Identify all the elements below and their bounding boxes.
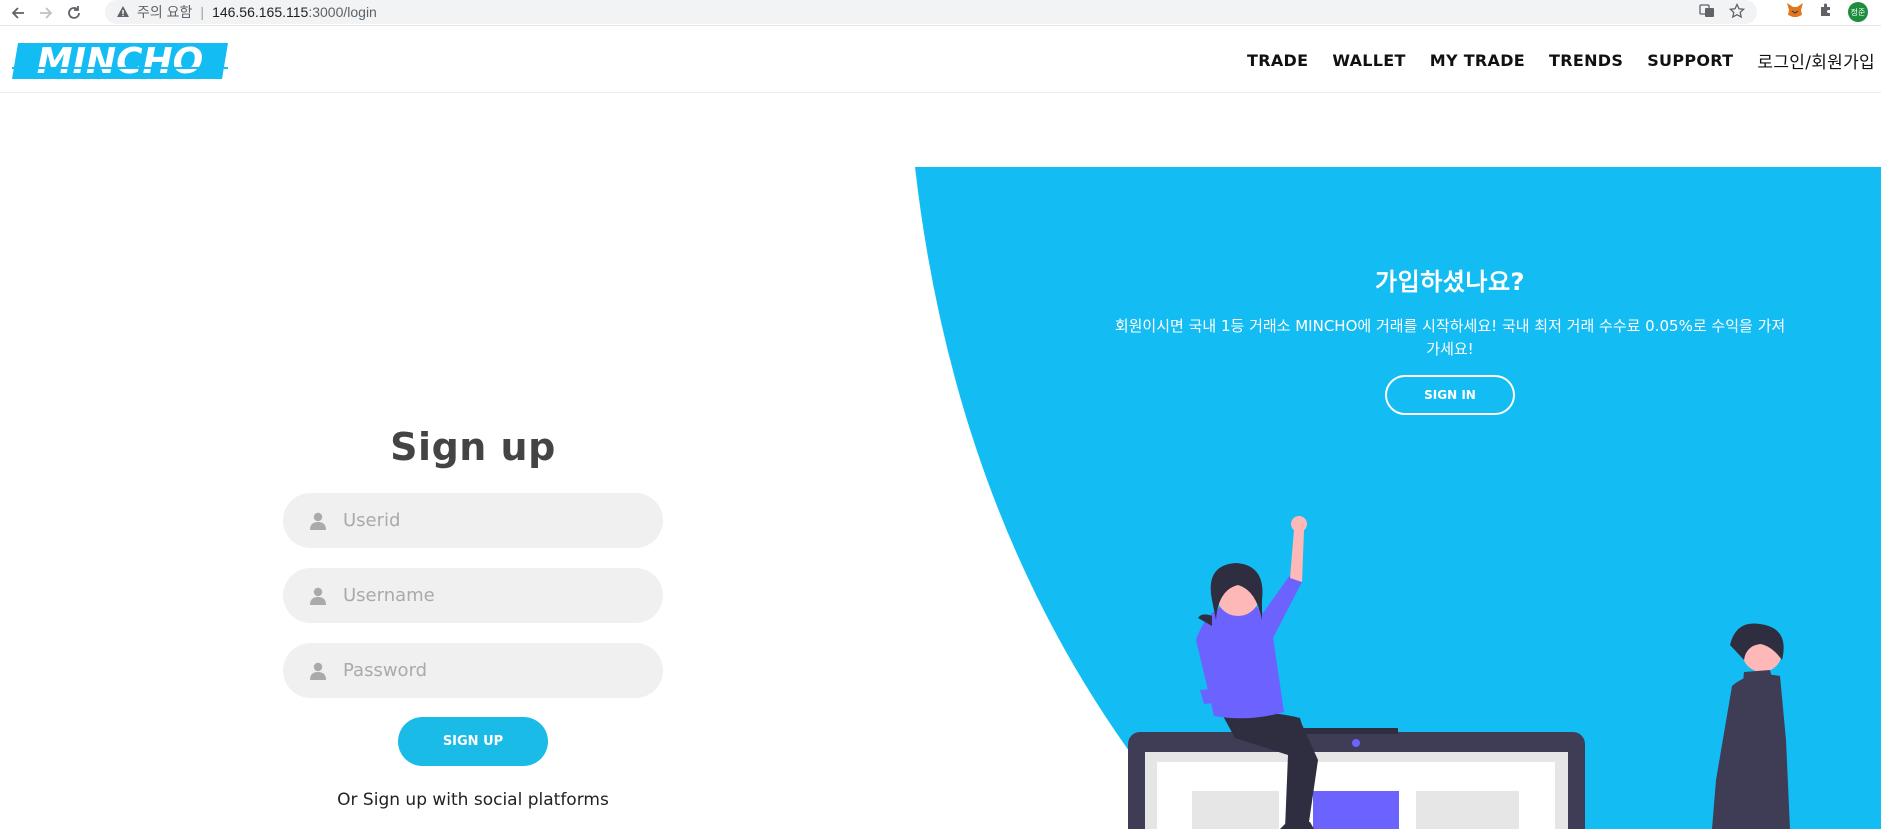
nav-trends[interactable]: TRENDS (1549, 51, 1623, 70)
metamask-fox-icon[interactable] (1786, 2, 1804, 22)
sign-in-button[interactable]: SIGN IN (1385, 375, 1515, 415)
translate-icon[interactable] (1699, 3, 1715, 22)
nav-support[interactable]: SUPPORT (1647, 51, 1733, 70)
password-input[interactable] (343, 660, 643, 681)
user-icon (309, 587, 327, 605)
main-nav: TRADE WALLET MY TRADE TRENDS SUPPORT 로그인… (1223, 27, 1875, 93)
laptop-illustration (1128, 728, 1585, 829)
woman-illustration (1196, 516, 1318, 829)
browser-toolbar: 주의 요함 | 146.56.165.115:3000/login 정준 (0, 0, 1881, 26)
username-field[interactable] (283, 568, 663, 623)
signin-panel: 가입하셨나요? 회원이시면 국내 1등 거래소 MINCHO에 거래를 시작하세… (1100, 262, 1800, 415)
address-bar[interactable]: 주의 요함 | 146.56.165.115:3000/login (105, 0, 1757, 24)
nav-trade[interactable]: TRADE (1247, 51, 1308, 70)
sign-up-button[interactable]: SIGN UP (398, 717, 548, 766)
user-icon (309, 662, 327, 680)
back-arrow-icon[interactable] (6, 1, 30, 25)
extensions-puzzle-icon[interactable] (1818, 2, 1834, 22)
user-icon (309, 512, 327, 530)
warning-icon (115, 4, 131, 20)
nav-login-signup[interactable]: 로그인/회원가입 (1757, 48, 1875, 73)
userid-input[interactable] (343, 510, 643, 531)
social-signup-text: Or Sign up with social platforms (337, 790, 609, 810)
omnibox-separator: | (200, 4, 205, 20)
signup-title: Sign up (390, 425, 556, 469)
url-host: 146.56.165.115 (212, 4, 309, 20)
url-path: :3000/login (308, 4, 377, 20)
reload-icon[interactable] (62, 1, 86, 25)
userid-field[interactable] (283, 493, 663, 548)
mincho-logo[interactable]: MINCHO (12, 41, 228, 82)
panel-description: 회원이시면 국내 1등 거래소 MINCHO에 거래를 시작하세요! 국내 최저… (1114, 317, 1786, 358)
username-input[interactable] (343, 585, 643, 606)
signup-form: Sign up SIGN UP Or Sign up with social p… (283, 425, 663, 810)
nav-my-trade[interactable]: MY TRADE (1430, 51, 1525, 70)
forward-arrow-icon[interactable] (34, 1, 58, 25)
security-warning[interactable]: 주의 요함 (137, 2, 192, 22)
profile-avatar[interactable]: 정준 (1848, 2, 1868, 22)
panel-title: 가입하셨나요? (1375, 268, 1525, 296)
logo-text: MINCHO (37, 43, 204, 79)
man-illustration (1712, 623, 1790, 829)
nav-wallet[interactable]: WALLET (1332, 51, 1405, 70)
password-field[interactable] (283, 643, 663, 698)
bookmark-star-icon[interactable] (1728, 2, 1746, 22)
site-header: MINCHO TRADE WALLET MY TRADE TRENDS SUPP… (0, 27, 1881, 93)
